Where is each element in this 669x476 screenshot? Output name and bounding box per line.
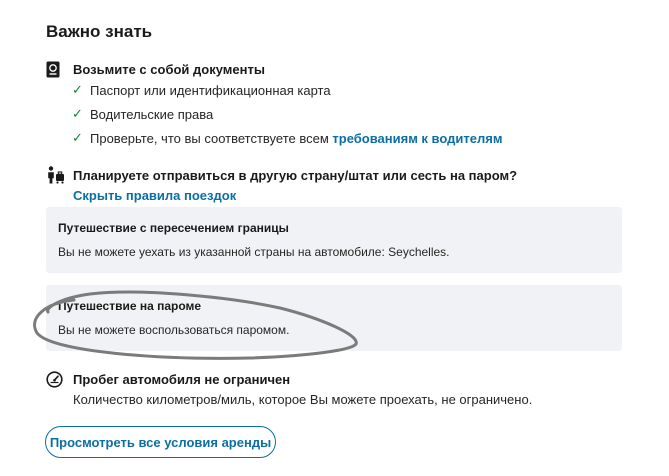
list-item: ✓ Паспорт или идентификационная карта <box>72 82 331 98</box>
driver-requirements-link[interactable]: требованиям к водителям <box>332 131 502 146</box>
border-crossing-box: Путешествие с пересечением границы Вы не… <box>46 207 622 273</box>
documents-heading-row: Возьмите с собой документы <box>46 60 265 78</box>
documents-heading: Возьмите с собой документы <box>73 61 265 77</box>
passport-icon <box>46 60 66 78</box>
speedometer-icon <box>46 370 66 388</box>
ferry-title: Путешествие на пароме <box>58 299 202 313</box>
mileage-heading: Пробег автомобиля не ограничен <box>73 371 291 387</box>
hide-travel-rules-link[interactable]: Скрыть правила поездок <box>73 188 236 203</box>
view-rental-terms-button[interactable]: Просмотреть все условия аренды <box>45 426 276 458</box>
check-icon: ✓ <box>72 130 83 145</box>
ferry-text: Вы не можете воспользоваться паромом. <box>58 323 290 337</box>
ferry-box: Путешествие на пароме Вы не можете воспо… <box>46 285 622 351</box>
travel-heading-row: Планируете отправиться в другую страну/ш… <box>46 166 517 184</box>
border-crossing-text: Вы не можете уехать из указанной страны … <box>58 245 450 259</box>
section-title: Важно знать <box>46 22 153 41</box>
check-icon: ✓ <box>72 106 83 121</box>
list-item: ✓ Проверьте, что вы соответствуете всем … <box>72 130 503 146</box>
mileage-heading-row: Пробег автомобиля не ограничен <box>46 370 290 388</box>
traveler-luggage-icon <box>46 166 66 184</box>
border-crossing-title: Путешествие с пересечением границы <box>58 221 289 235</box>
list-item: ✓ Водительские права <box>72 106 214 122</box>
check-icon: ✓ <box>72 82 83 97</box>
travel-heading: Планируете отправиться в другую страну/ш… <box>73 167 518 183</box>
important-info-panel: Важно знать Возьмите с собой документы ✓… <box>0 0 669 476</box>
mileage-text: Количество километров/миль, которое Вы м… <box>73 392 533 407</box>
